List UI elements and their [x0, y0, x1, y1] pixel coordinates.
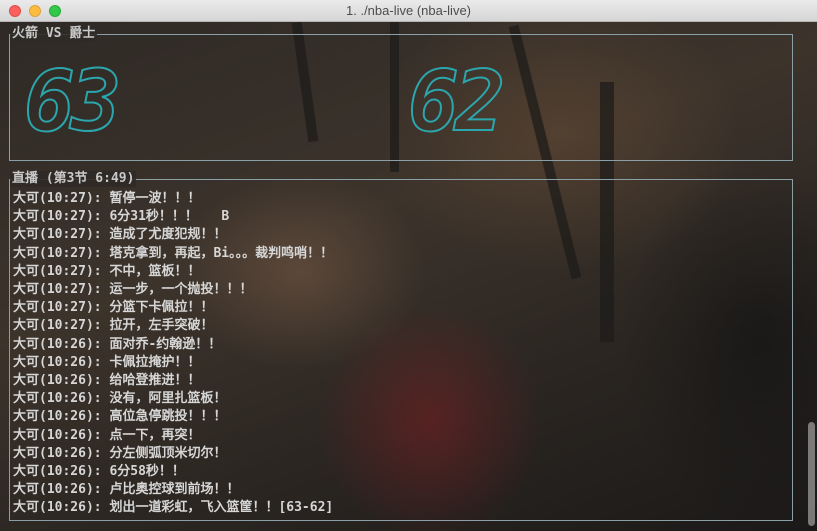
scoreboard-panel: 火箭 VS 爵士 63 62: [9, 26, 793, 161]
commentary-line: 大可(10:26): 点一下，再突！: [13, 427, 201, 443]
commentary-line: 大可(10:27): 塔克拿到，再起，Bi。。。裁判鸣哨！！: [13, 245, 334, 261]
window-title: 1. ./nba-live (nba-live): [346, 3, 471, 18]
commentary-line: 大可(10:27): 分篮下卡佩拉！！: [13, 300, 214, 316]
home-score: 63: [23, 52, 122, 150]
commentary-line: 大可(10:26): 划出一道彩虹，飞入篮筐！！[63-62]: [13, 500, 334, 516]
commentary-line: 大可(10:27): 运一步，一个抛投！！！: [13, 282, 253, 298]
commentary-line: 大可(10:26): 分左侧弧顶米切尔！: [13, 445, 227, 461]
live-label: 直播 (第3节 6:49): [10, 171, 137, 187]
commentary-line: 大可(10:26): 6分58秒！！: [13, 464, 185, 480]
title-bar: 1. ./nba-live (nba-live): [0, 0, 817, 22]
commentary-line: 大可(10:26): 给哈登推进！！: [13, 373, 201, 389]
terminal-area[interactable]: 火箭 VS 爵士 63 62 直播 (第3节 6:49) 大可(10:27): …: [0, 22, 817, 531]
commentary-line: 大可(10:26): 没有，阿里扎篮板！: [13, 391, 227, 407]
commentary-line: 大可(10:27): 不中，篮板！！: [13, 263, 201, 279]
commentary-line: 大可(10:27): 造成了尤度犯规！！: [13, 227, 227, 243]
commentary-line: 大可(10:26): 面对乔-约翰逊！！: [13, 336, 222, 352]
commentary-line: 大可(10:27): 暂停一波！！！: [13, 191, 201, 206]
commentary-line: 大可(10:27): 6分31秒！！！ B: [13, 209, 230, 225]
matchup-label: 火箭 VS 爵士: [10, 26, 98, 42]
commentary-line: 大可(10:26): 高位急停跳投！！！: [13, 409, 227, 425]
commentary-line: 大可(10:27): 拉开，左手突破！: [13, 318, 214, 334]
commentary-line: 大可(10:26): 卡佩拉掩护！！: [13, 354, 201, 370]
away-score: 62: [407, 52, 506, 150]
live-commentary-panel: 直播 (第3节 6:49) 大可(10:27): 暂停一波！！！ 大可(10:2…: [9, 171, 793, 521]
commentary-list: 大可(10:27): 暂停一波！！！ 大可(10:27): 6分31秒！！！ B…: [13, 190, 333, 518]
scrollbar-thumb[interactable]: [808, 422, 815, 526]
commentary-line: 大可(10:26): 卢比奥控球到前场！！: [13, 482, 240, 498]
